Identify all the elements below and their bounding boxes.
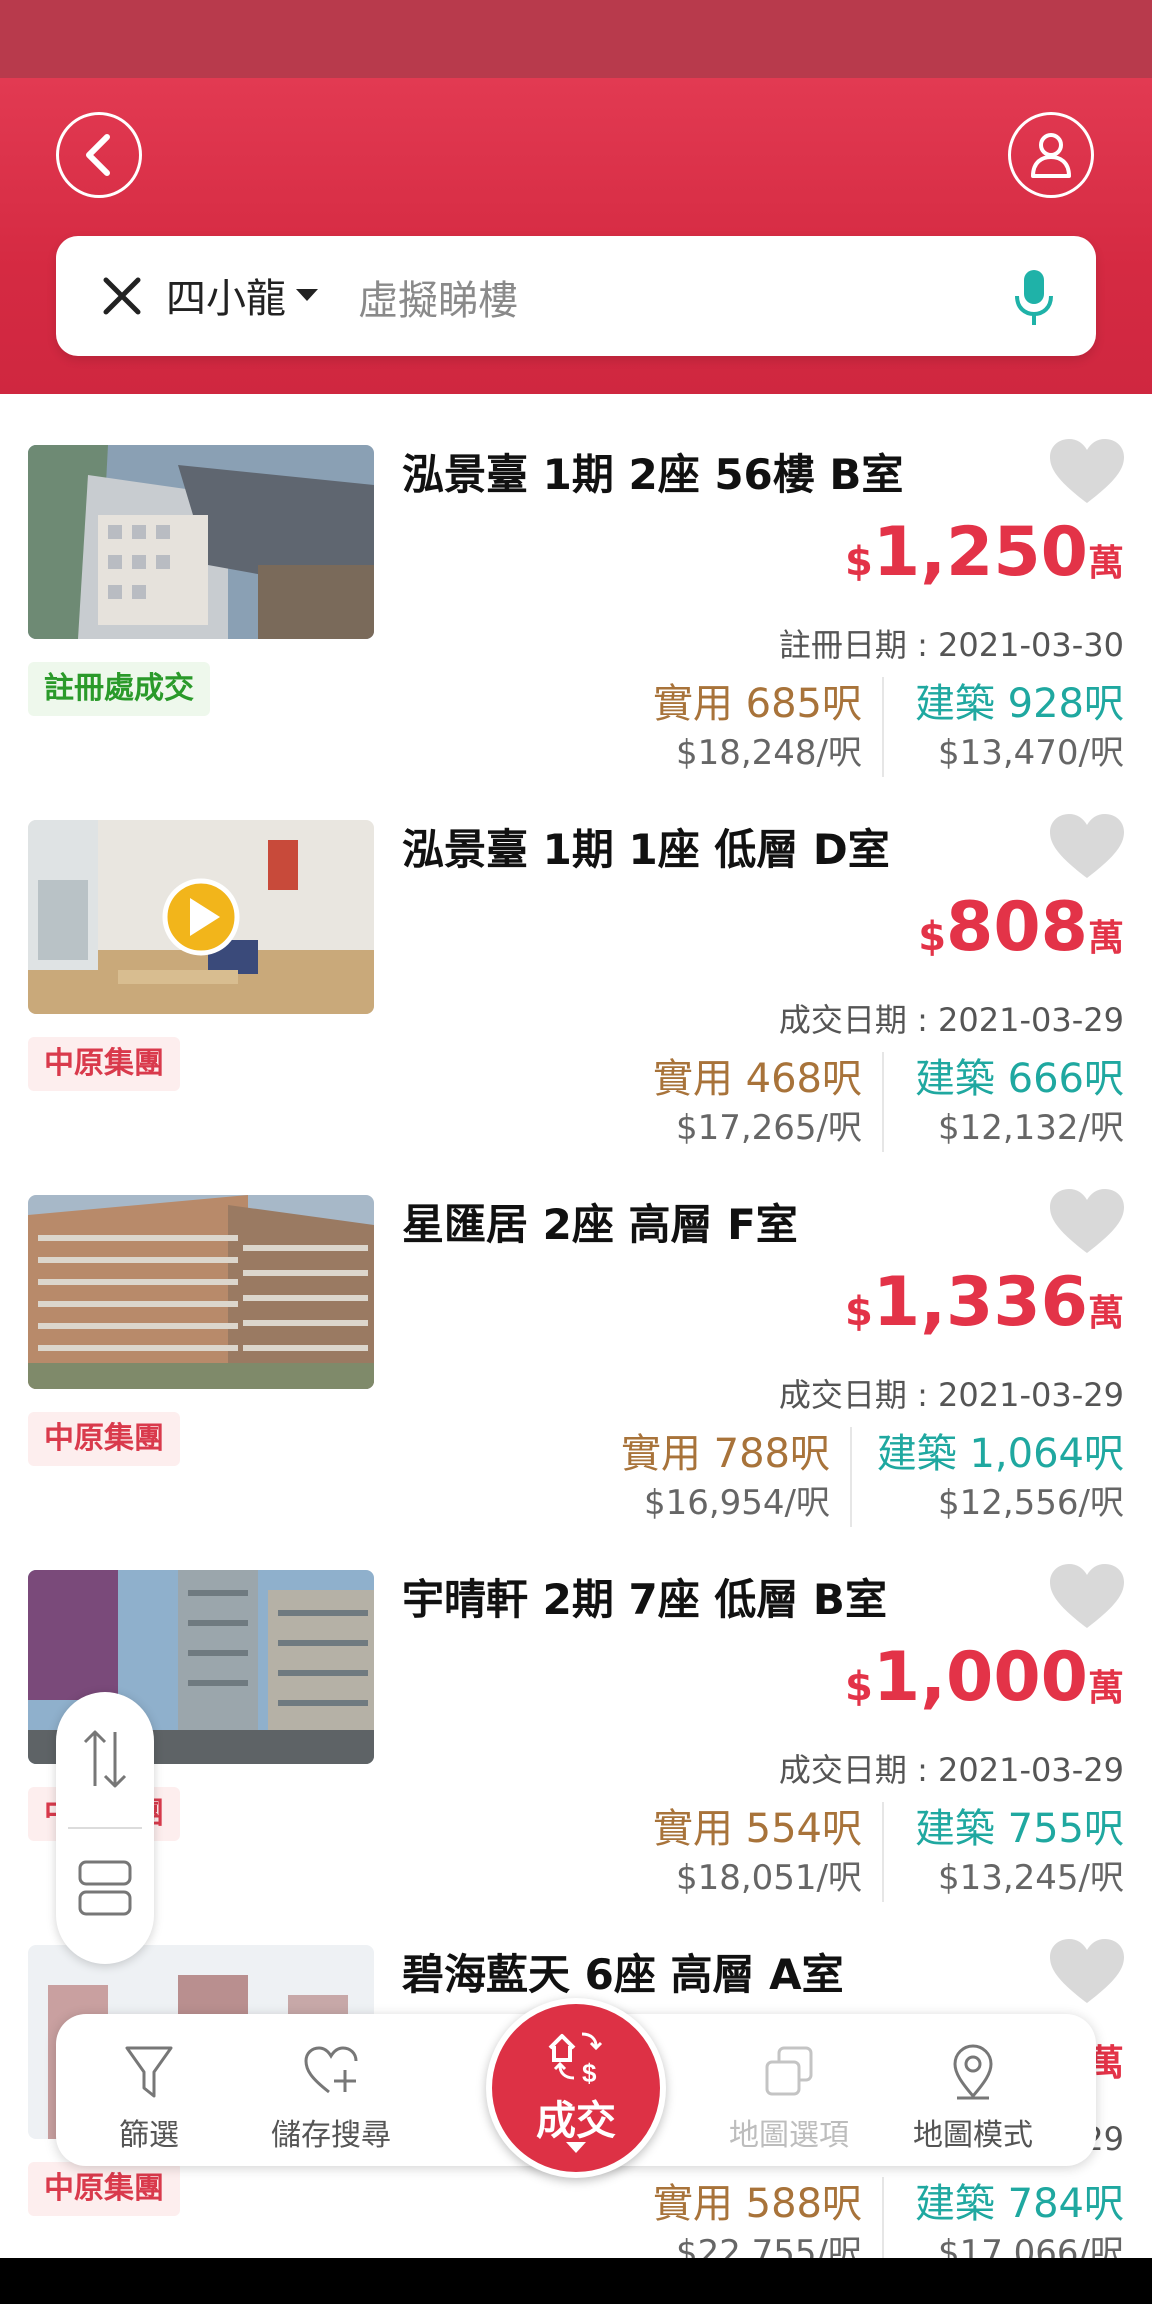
app-header: 四小龍 虛擬睇樓 (0, 78, 1152, 394)
map-options-label: 地圖選項 (729, 2118, 849, 2153)
heart-icon[interactable] (1048, 1937, 1126, 2007)
map-options-button[interactable]: 地圖選項 (704, 2014, 874, 2166)
price: $1,000萬 (845, 1638, 1124, 1717)
status-bar (0, 0, 1152, 78)
close-icon[interactable] (100, 274, 144, 318)
microphone-icon[interactable] (1012, 268, 1056, 328)
listing-title[interactable]: 碧海藍天 6座 高層 A室 (402, 1941, 844, 2002)
gross-area: 建築 666呎 (914, 1056, 1124, 1102)
divider (850, 1427, 852, 1527)
divider (882, 677, 884, 777)
district-selector[interactable]: 四小龍 (166, 266, 318, 324)
back-button[interactable] (56, 112, 142, 198)
net-price-per-sqft: $16,954/呎 (643, 1483, 830, 1523)
save-search-button[interactable]: 儲存搜尋 (246, 2014, 416, 2166)
gross-price-per-sqft: $12,556/呎 (937, 1483, 1124, 1523)
save-search-label: 儲存搜尋 (271, 2118, 391, 2153)
price: $808萬 (918, 888, 1124, 967)
source-badge: 註冊處成交 (28, 662, 210, 716)
system-navigation-bar (0, 2258, 1152, 2304)
map-mode-button[interactable]: 地圖模式 (888, 2014, 1058, 2166)
transaction-date: 成交日期 : 2021-03-29 (778, 1376, 1124, 1414)
price: $1,250萬 (845, 513, 1124, 592)
gross-price-per-sqft: $13,470/呎 (937, 733, 1124, 773)
net-price-per-sqft: $17,265/呎 (675, 1108, 862, 1148)
user-icon (1031, 133, 1071, 178)
gross-area: 建築 755呎 (914, 1806, 1124, 1852)
svg-text:$: $ (582, 2058, 597, 2086)
divider (882, 1052, 884, 1152)
net-area: 實用 468呎 (652, 1056, 862, 1102)
gross-price-per-sqft: $12,132/呎 (937, 1108, 1124, 1148)
heart-icon[interactable] (1048, 1187, 1126, 1257)
list-item[interactable]: 中原集團 星匯居 2座 高層 F室 $1,336萬 成交日期 : 2021-03… (0, 1165, 1152, 1543)
map-mode-label: 地圖模式 (913, 2118, 1033, 2153)
search-bar[interactable]: 四小龍 虛擬睇樓 (56, 236, 1096, 356)
gross-area: 建築 1,064呎 (876, 1431, 1124, 1477)
gross-area: 建築 784呎 (914, 2181, 1124, 2227)
transactions-label: 成交 (536, 2098, 616, 2144)
gross-area: 建築 928呎 (914, 681, 1124, 727)
source-badge: 中原集團 (28, 1412, 180, 1466)
profile-button[interactable] (1008, 112, 1094, 198)
transaction-date: 成交日期 : 2021-03-29 (778, 1751, 1124, 1789)
listing-title[interactable]: 泓景臺 1期 1座 低層 D室 (402, 816, 890, 877)
net-area: 實用 554呎 (652, 1806, 862, 1852)
net-price-per-sqft: $18,248/呎 (675, 733, 862, 773)
net-area: 實用 685呎 (652, 681, 862, 727)
transaction-date: 註冊日期 : 2021-03-30 (778, 626, 1124, 664)
list-item[interactable]: 註冊處成交 泓景臺 1期 2座 56樓 B室 $1,250萬 註冊日期 : 20… (0, 415, 1152, 793)
listing-photo (28, 1195, 374, 1389)
filter-label: 篩選 (119, 2118, 179, 2153)
net-area: 實用 788呎 (620, 1431, 830, 1477)
net-area: 實用 588呎 (652, 2181, 862, 2227)
source-badge: 中原集團 (28, 1037, 180, 1091)
heart-icon[interactable] (1048, 812, 1126, 882)
transactions-button[interactable]: $ 成交 (486, 1998, 666, 2178)
gross-price-per-sqft: $13,245/呎 (937, 1858, 1124, 1898)
district-label: 四小龍 (166, 276, 286, 322)
listing-title[interactable]: 泓景臺 1期 2座 56樓 B室 (402, 441, 903, 502)
source-badge: 中原集團 (28, 2162, 180, 2216)
listing-title[interactable]: 星匯居 2座 高層 F室 (402, 1191, 798, 1252)
arrow-left-icon (86, 134, 110, 176)
filter-button[interactable]: 篩選 (64, 2014, 234, 2166)
list-item[interactable]: 中原集團 宇晴軒 2期 7座 低層 B室 $1,000萬 成交日期 : 2021… (0, 1540, 1152, 1918)
price: $1,336萬 (845, 1263, 1124, 1342)
divider (882, 1802, 884, 1902)
heart-icon[interactable] (1048, 1562, 1126, 1632)
listing-photo (28, 820, 374, 1014)
caret-down-icon (566, 2142, 586, 2153)
chevron-down-icon (296, 289, 318, 301)
listing-photo (28, 445, 374, 639)
layers-icon (765, 2046, 813, 2096)
swap-house-dollar-icon: $ (548, 2032, 603, 2086)
sort-icon[interactable] (80, 1728, 130, 1790)
heart-icon[interactable] (1048, 437, 1126, 507)
filter-icon (125, 2046, 173, 2098)
layout-list-icon[interactable] (78, 1860, 132, 1916)
divider (68, 1827, 142, 1829)
view-controls (56, 1692, 154, 1964)
list-item[interactable]: 中原集團 泓景臺 1期 1座 低層 D室 $808萬 成交日期 : 2021-0… (0, 790, 1152, 1168)
transaction-date: 成交日期 : 2021-03-29 (778, 1001, 1124, 1039)
map-pin-icon (953, 2044, 993, 2100)
search-input[interactable]: 虛擬睇樓 (358, 268, 518, 326)
listing-title[interactable]: 宇晴軒 2期 7座 低層 B室 (402, 1566, 887, 1627)
net-price-per-sqft: $18,051/呎 (675, 1858, 862, 1898)
heart-plus-icon (304, 2046, 358, 2094)
